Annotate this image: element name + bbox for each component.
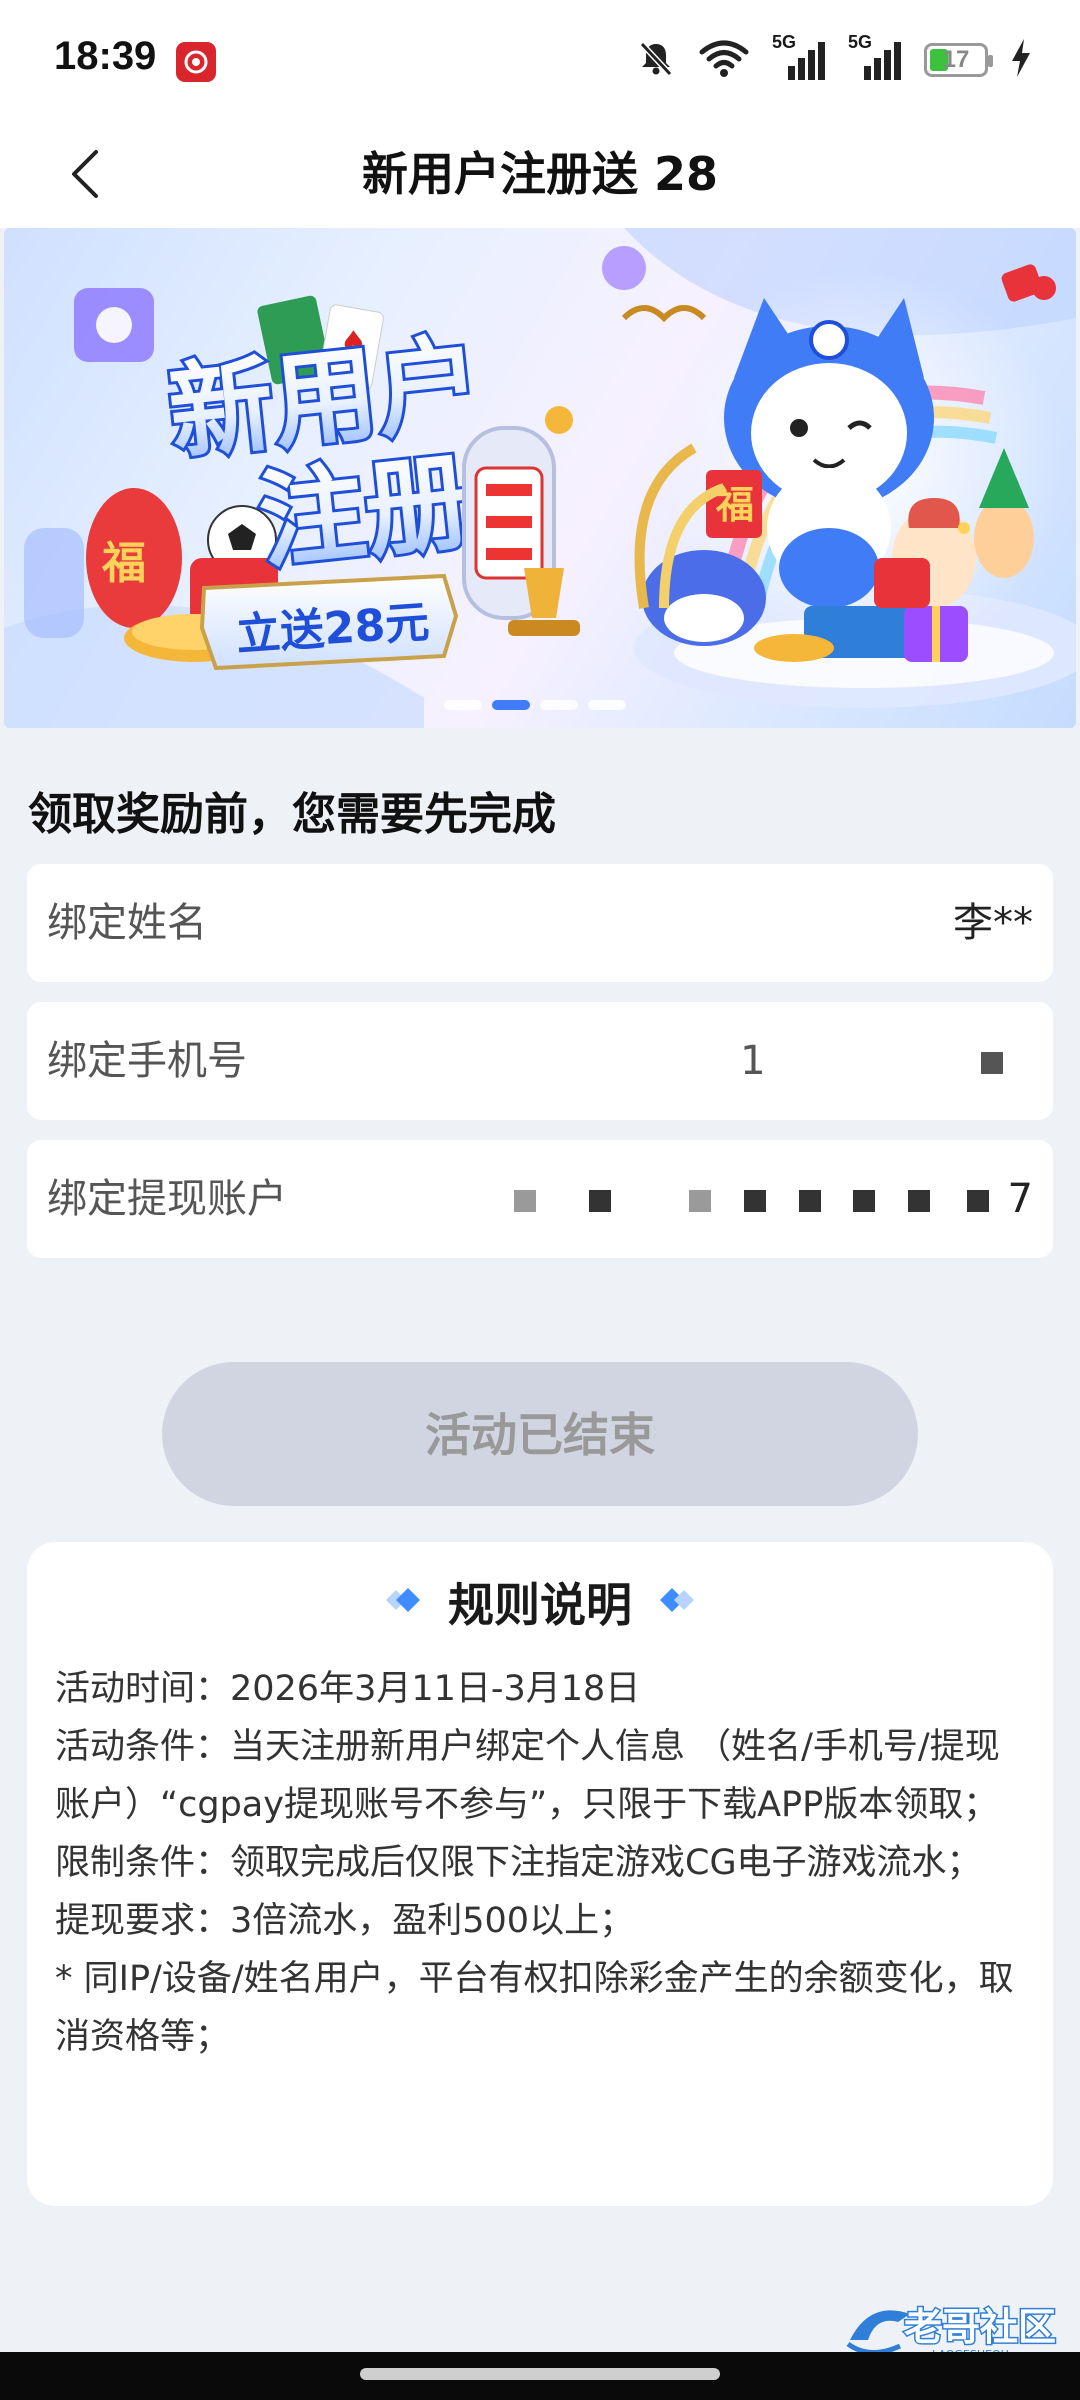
mask-block [853, 1190, 876, 1212]
mask-block [966, 1190, 989, 1212]
status-bar: 18:39 5G 5G 17 [0, 0, 1080, 120]
mask-block [513, 1190, 536, 1212]
mask-block [743, 1190, 766, 1212]
banner-dot-active[interactable] [492, 700, 530, 710]
status-time: 18:39 [54, 34, 157, 78]
bind-account-row[interactable]: 绑定提现账户 7 [27, 1140, 1053, 1258]
bind-account-value-wrap: 7 [504, 1140, 1033, 1258]
signal-icon-2: 5G [848, 32, 902, 82]
banner-pagination [444, 700, 626, 710]
rules-body: 活动时间：2026年3月11日-3月18日 活动条件：当天注册新用户绑定个人信息… [55, 1660, 1017, 2066]
activity-ended-button[interactable]: 活动已结束 [162, 1362, 918, 1506]
home-indicator[interactable] [360, 2368, 720, 2380]
bind-phone-label: 绑定手机号 [47, 1038, 247, 1084]
bind-phone-row[interactable]: 绑定手机号 1 [27, 1002, 1053, 1120]
banner-dot[interactable] [540, 700, 578, 710]
mask-block [588, 1190, 611, 1212]
rule-line: 提现要求：3倍流水，盈利500以上； [55, 1901, 635, 1941]
bind-name-row[interactable]: 绑定姓名 李** [27, 864, 1053, 982]
mask-block [981, 1052, 1003, 1074]
diamond-decoration-icon [654, 1585, 708, 1619]
rules-header: 规则说明 [27, 1570, 1053, 1634]
signal-icon: 5G [772, 32, 826, 82]
banner-headline-2: 注册 [253, 439, 477, 583]
watermark-text: 老哥社区 [904, 2305, 1056, 2349]
banner-dot[interactable] [444, 700, 482, 710]
rules-card: 规则说明 活动时间：2026年3月11日-3月18日 活动条件：当天注册新用户绑… [27, 1542, 1053, 2206]
wifi-icon [698, 38, 750, 82]
bind-name-value: 李** [953, 900, 1033, 946]
nav-bar: 新用户注册送 28 [0, 120, 1080, 228]
banner-dot[interactable] [588, 700, 626, 710]
page-title: 新用户注册送 28 [361, 147, 719, 201]
app-notification-icon [176, 42, 216, 82]
rule-line: 活动时间：2026年3月11日-3月18日 [55, 1669, 641, 1709]
rule-line: 活动条件：当天注册新用户绑定个人信息 （姓名/手机号/提现账户）“cgpay提现… [55, 1727, 1000, 1825]
svg-text:福: 福 [101, 538, 146, 589]
bind-phone-value: 1 [740, 1038, 766, 1084]
mute-icon [636, 38, 676, 82]
bind-account-value: 7 [1007, 1176, 1033, 1222]
rule-line: * 同IP/设备/姓名用户，平台有权扣除彩金产生的余额变化，取消资格等； [55, 1959, 1014, 2057]
mask-block [798, 1190, 821, 1212]
rules-title: 规则说明 [448, 1578, 632, 1632]
charging-icon [1010, 39, 1032, 81]
mask-block [908, 1190, 931, 1212]
bind-phone-value-wrap: 1 [740, 1002, 1013, 1120]
battery-level: 17 [942, 46, 970, 73]
battery-icon: 17 [924, 43, 993, 77]
requirements-title: 领取奖励前，您需要先完成 [28, 789, 556, 840]
promo-banner[interactable]: ♠ 福 新用户 注册 立送28元 福 [4, 228, 1076, 728]
diamond-decoration-icon [372, 1585, 426, 1619]
bind-name-label: 绑定姓名 [47, 900, 207, 946]
rule-line: 限制条件：领取完成后仅限下注指定游戏CG电子游戏流水； [55, 1843, 982, 1883]
bind-account-label: 绑定提现账户 [47, 1176, 287, 1222]
mask-block [689, 1190, 712, 1212]
banner-artwork: ♠ 福 新用户 注册 立送28元 福 [4, 228, 1076, 728]
